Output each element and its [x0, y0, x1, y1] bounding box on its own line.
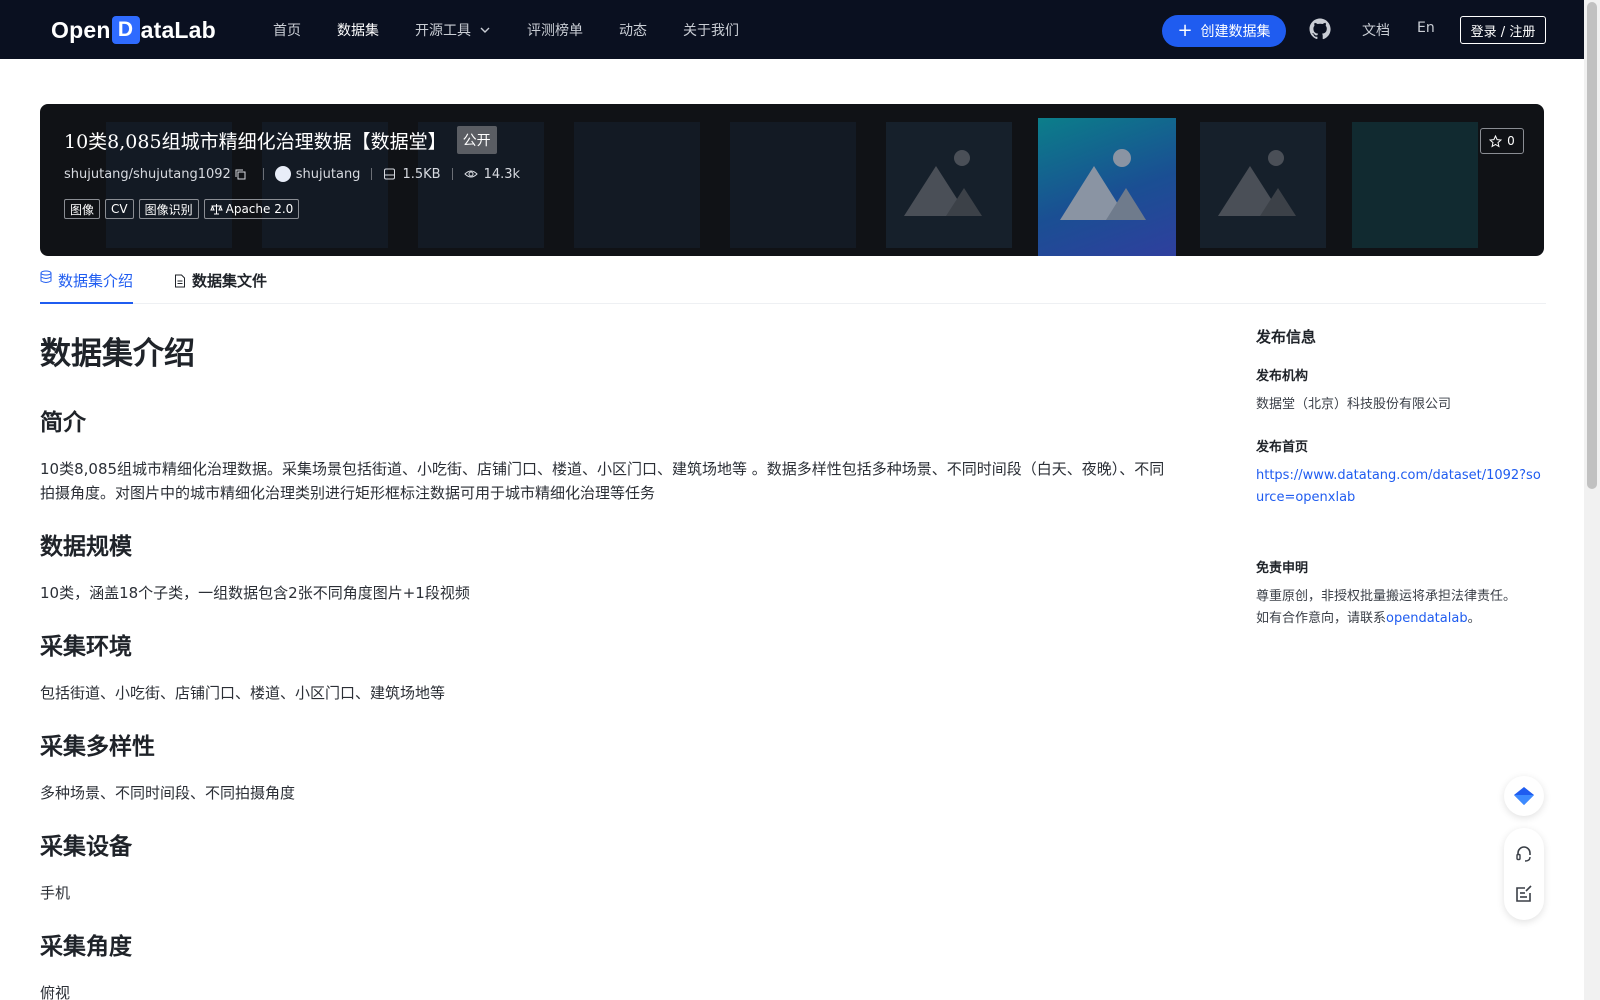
- headset-icon[interactable]: [1514, 844, 1534, 864]
- tag[interactable]: 图像: [64, 199, 101, 219]
- tab-intro[interactable]: 数据集介绍: [40, 270, 134, 304]
- logo-letter: D: [111, 16, 140, 44]
- dataset-title-text: 10类8,085组城市精细化治理数据【数据堂】: [64, 130, 447, 153]
- star-icon: [1489, 134, 1503, 148]
- nav-links: 首页 数据集 开源工具 评测榜单 动态 关于我们: [273, 0, 775, 59]
- section-heading: 数据规模: [40, 534, 132, 560]
- disclaimer-contact: 如有合作意向，请联系opendatalab。: [1256, 608, 1546, 630]
- owner-name[interactable]: shujutang: [296, 167, 361, 182]
- disk-icon: [384, 168, 396, 180]
- logo[interactable]: Open DataLab: [51, 14, 216, 46]
- banner-thumbnail: [574, 122, 700, 248]
- logo-text-right: ataLab: [140, 16, 216, 43]
- view-count: 14.3k: [483, 166, 521, 182]
- section-text: 手机: [40, 884, 71, 902]
- section-heading: 采集多样性: [40, 734, 155, 760]
- divider: [371, 168, 373, 180]
- section-text: 包括街道、小吃街、店铺门口、楼道、小区门口、建筑场地等: [40, 684, 446, 702]
- publish-info-sidebar: 发布信息 发布机构 数据堂（北京）科技股份有限公司 发布首页 https://w…: [1256, 326, 1546, 650]
- nav-about[interactable]: 关于我们: [683, 20, 739, 40]
- eye-icon: [463, 170, 478, 178]
- github-icon[interactable]: [1308, 17, 1332, 41]
- publisher-label: 发布机构: [1256, 369, 1309, 384]
- copy-icon[interactable]: [235, 169, 246, 180]
- banner-thumbnail: [730, 122, 856, 248]
- section-text: 俯视: [40, 984, 71, 1000]
- dataset-title: 10类8,085组城市精细化治理数据【数据堂】 公开: [64, 126, 497, 154]
- license-tag[interactable]: Apache 2.0: [203, 199, 300, 219]
- banner-thumbnail: [1352, 122, 1478, 248]
- dataset-tabs: 数据集介绍 数据集文件: [40, 256, 1546, 304]
- database-icon: [40, 270, 52, 283]
- floating-toolbar: [1504, 828, 1544, 920]
- nav-leaderboard[interactable]: 评测榜单: [527, 20, 583, 40]
- disclaimer-text: 尊重原创，非授权批量搬运将承担法律责任。 如有合作意向，请联系opendatal…: [1256, 586, 1546, 630]
- login-register-button[interactable]: 登录 / 注册: [1460, 16, 1546, 44]
- tab-files[interactable]: 数据集文件: [174, 270, 267, 291]
- disclaimer-label: 免责申明: [1256, 561, 1309, 576]
- tag[interactable]: 图像识别: [138, 199, 199, 219]
- page-scrollbar[interactable]: [1584, 0, 1600, 1000]
- section-text: 多种场景、不同时间段、不同拍摄角度: [40, 784, 296, 802]
- section-heading: 采集角度: [40, 934, 132, 960]
- chevron-down-icon: [480, 27, 490, 33]
- section-heading: 简介: [40, 410, 86, 436]
- homepage-label: 发布首页: [1256, 440, 1309, 455]
- publisher-value: 数据堂（北京）科技股份有限公司: [1256, 397, 1452, 412]
- dataset-meta: shujutang/shujutang1092 shujutang 1.5KB …: [64, 166, 520, 182]
- scrollbar-thumb[interactable]: [1587, 2, 1597, 489]
- tab-intro-label: 数据集介绍: [58, 272, 134, 290]
- nav-docs[interactable]: 文档: [1362, 20, 1390, 40]
- file-icon: [175, 274, 185, 287]
- visibility-badge: 公开: [456, 126, 497, 154]
- nav-tools-label: 开源工具: [415, 22, 471, 39]
- image-placeholder-icon: [1200, 122, 1326, 248]
- logo-text-left: Open: [51, 16, 111, 43]
- avatar: [274, 166, 291, 182]
- nav-datasets[interactable]: 数据集: [337, 20, 379, 40]
- star-button[interactable]: 0: [1480, 128, 1524, 154]
- disclaimer-suffix: 。: [1467, 611, 1481, 626]
- top-navbar: Open DataLab 首页 数据集 开源工具 评测榜单 动态 关于我们 + 创…: [0, 0, 1584, 59]
- section-text: 10类8,085组城市精细化治理数据。采集场景包括街道、小吃街、店铺门口、楼道、…: [40, 460, 1165, 502]
- homepage-link[interactable]: https://www.datatang.com/dataset/1092?so…: [1256, 465, 1546, 509]
- nav-home[interactable]: 首页: [273, 20, 301, 40]
- section-heading: 采集环境: [40, 634, 132, 660]
- diamond-logo-icon: [1514, 787, 1534, 805]
- tab-files-label: 数据集文件: [192, 272, 268, 290]
- tag-list: 图像 CV 图像识别 Apache 2.0: [64, 199, 304, 219]
- star-count: 0: [1507, 134, 1515, 148]
- repo-name: shujutang/shujutang1092: [64, 166, 231, 182]
- contact-link[interactable]: opendatalab: [1386, 611, 1468, 626]
- feedback-icon[interactable]: [1514, 884, 1534, 904]
- license-label: Apache 2.0: [225, 202, 294, 216]
- nav-news[interactable]: 动态: [619, 20, 647, 40]
- plus-icon: +: [1177, 20, 1193, 41]
- tag[interactable]: CV: [105, 199, 134, 219]
- sidebar-title: 发布信息: [1256, 328, 1317, 346]
- nav-tools[interactable]: 开源工具: [415, 20, 491, 40]
- dataset-size: 1.5KB: [402, 166, 441, 182]
- language-switch[interactable]: En: [1417, 20, 1435, 36]
- disclaimer-prefix: 如有合作意向，请联系: [1256, 611, 1387, 626]
- dataset-description: 数据集介绍 简介 10类8,085组城市精细化治理数据。采集场景包括街道、小吃街…: [40, 318, 1170, 1000]
- divider: [262, 168, 264, 180]
- scale-icon: [209, 204, 223, 215]
- section-text: 10类，涵盖18个子类，一组数据包含2张不同角度图片+1段视频: [40, 584, 470, 602]
- assistant-button[interactable]: [1504, 776, 1544, 816]
- page-title: 数据集介绍: [40, 336, 195, 372]
- section-heading: 采集设备: [40, 834, 132, 860]
- divider: [451, 168, 453, 180]
- image-placeholder-icon: [1038, 118, 1176, 256]
- disclaimer-line: 尊重原创，非授权批量搬运将承担法律责任。: [1256, 589, 1517, 604]
- image-placeholder-icon: [886, 122, 1012, 248]
- dataset-banner: 10类8,085组城市精细化治理数据【数据堂】 公开 shujutang/shu…: [40, 104, 1544, 256]
- create-dataset-label: 创建数据集: [1200, 24, 1271, 40]
- create-dataset-button[interactable]: + 创建数据集: [1162, 15, 1286, 47]
